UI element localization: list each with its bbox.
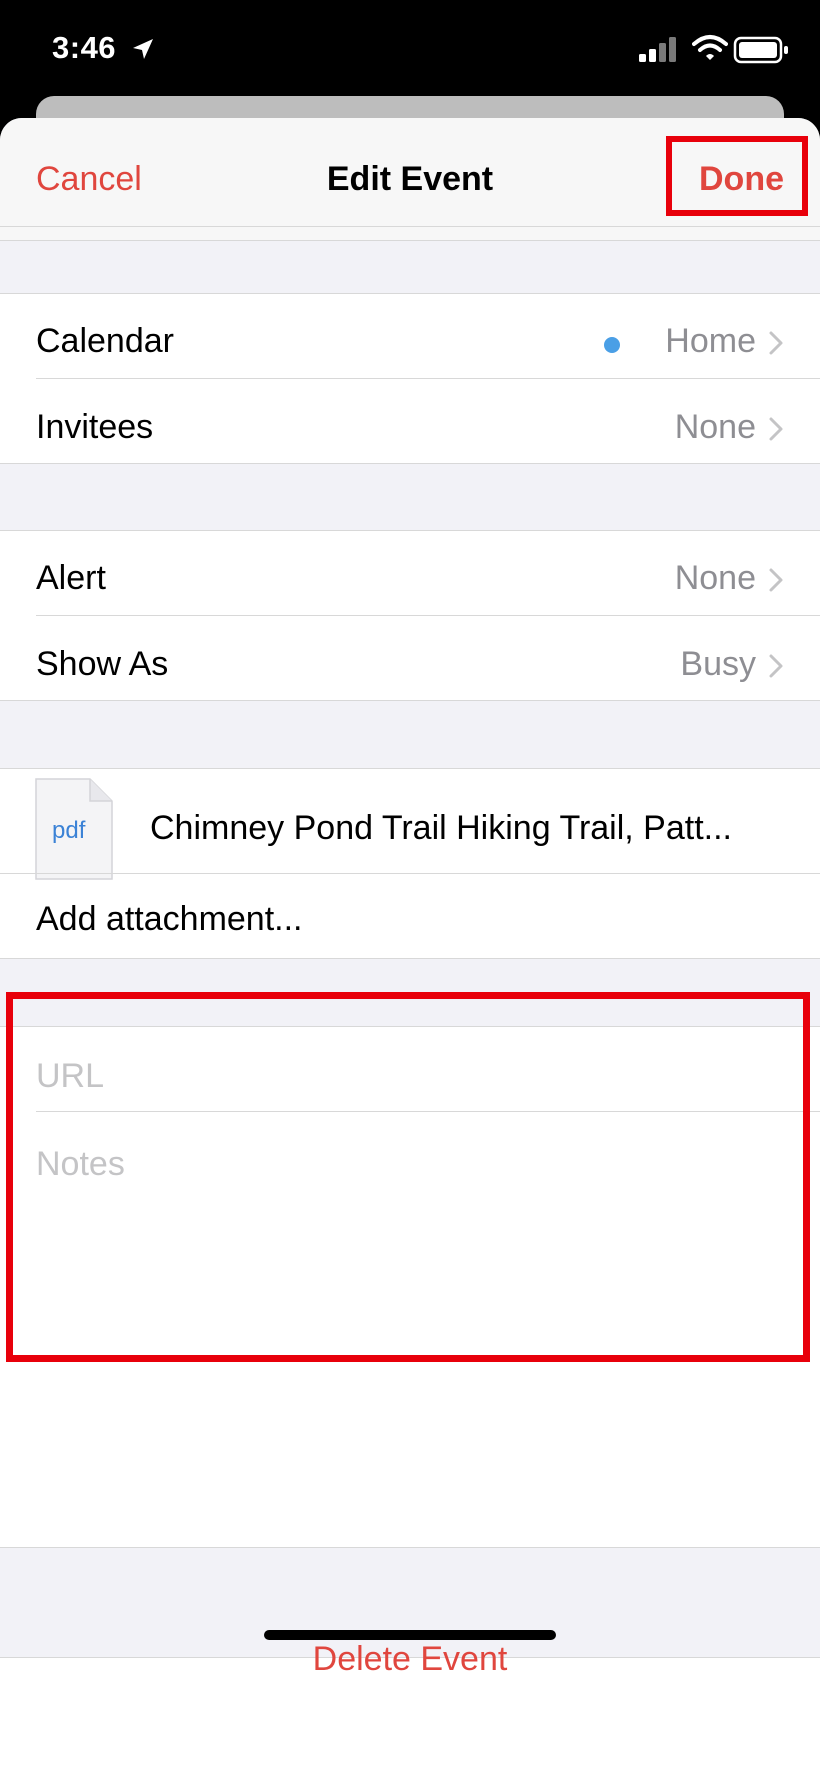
wifi-icon [692,35,728,60]
invitees-row[interactable]: Invitees None [0,380,820,476]
add-attachment-label: Add attachment... [36,900,303,938]
row-divider [36,378,820,379]
details-highlight-box [6,992,810,1362]
chevron-right-icon [769,568,783,592]
alert-group: Alert None Show As Busy [0,530,820,701]
alert-row[interactable]: Alert None [0,531,820,627]
divider [0,226,820,227]
chevron-right-icon [769,331,783,355]
calendar-label: Calendar [36,322,174,360]
file-type-label: pdf [52,817,86,844]
attachment-file-name: Chimney Pond Trail Hiking Trail, Patt... [150,809,733,847]
delete-event-button[interactable]: Delete Event [0,1640,820,1679]
done-highlight-box [666,136,808,216]
battery-icon [733,36,788,64]
calendar-row[interactable]: Calendar Home [0,294,820,390]
nav-bar: Cancel Edit Event Done [0,118,820,241]
alert-label: Alert [36,559,106,597]
invitees-label: Invitees [36,408,154,446]
calendar-group: Calendar Home Invitees None [0,293,820,464]
calendar-value: Home [665,322,756,360]
calendar-color-dot [604,337,620,353]
chevron-right-icon [769,417,783,441]
status-bar: 3:46 [0,0,820,100]
chevron-right-icon [769,654,783,678]
show-as-label: Show As [36,645,169,683]
show-as-value: Busy [680,645,756,683]
row-divider [36,615,820,616]
status-time: 3:46 [52,30,117,65]
location-icon [133,39,153,59]
signal-icon [639,37,676,62]
show-as-row[interactable]: Show As Busy [0,617,820,713]
invitees-value: None [674,408,756,446]
add-attachment-row[interactable]: Add attachment... [0,874,820,958]
edit-event-sheet: Cancel Edit Event Done Calendar Home Inv… [0,118,820,1776]
attachment-item[interactable]: pdf Chimney Pond Trail Hiking Trail, Pat… [0,769,820,880]
home-indicator [264,1630,556,1640]
alert-value: None [674,559,756,597]
attachments-group: pdf Chimney Pond Trail Hiking Trail, Pat… [0,768,820,959]
